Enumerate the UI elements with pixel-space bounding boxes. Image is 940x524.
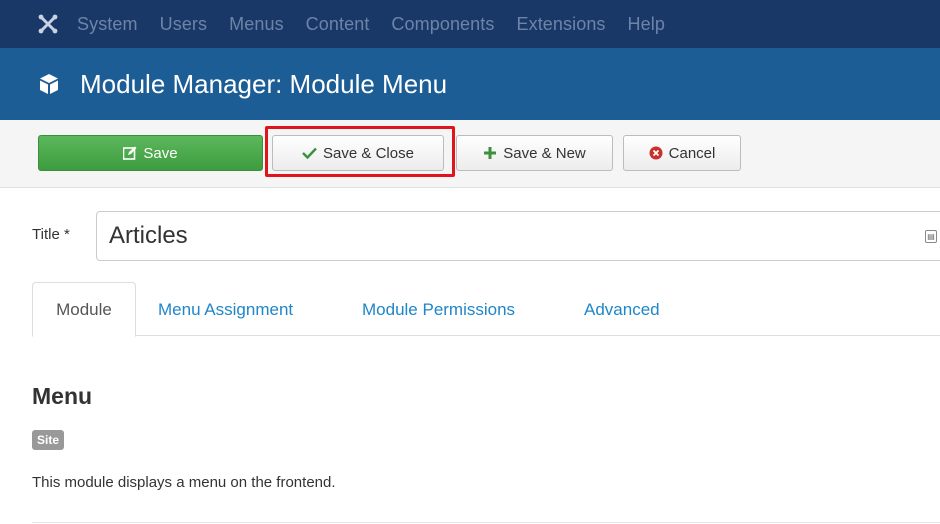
menu-extensions[interactable]: Extensions: [516, 14, 605, 35]
save-new-button[interactable]: Save & New: [456, 135, 613, 171]
title-label: Title *: [32, 226, 70, 243]
divider: [32, 522, 940, 523]
cancel-button[interactable]: Cancel: [623, 135, 741, 171]
site-badge: Site: [32, 430, 65, 450]
page-header: Module Manager: Module Menu: [0, 48, 940, 120]
tab-advanced[interactable]: Advanced: [584, 282, 660, 337]
cancel-button-label: Cancel: [668, 144, 716, 162]
check-icon: [302, 147, 317, 159]
plus-icon: [483, 146, 497, 160]
toggle-editor-icon[interactable]: ▤: [925, 230, 937, 243]
title-input[interactable]: [96, 211, 940, 261]
save-button[interactable]: Save: [38, 135, 263, 171]
menu-users[interactable]: Users: [160, 14, 208, 35]
tab-module[interactable]: Module: [32, 282, 136, 337]
tab-menu-assignment[interactable]: Menu Assignment: [158, 282, 293, 337]
module-heading: Menu: [32, 383, 93, 409]
module-description: This module displays a menu on the front…: [32, 474, 336, 491]
menu-help[interactable]: Help: [628, 14, 665, 35]
menu-system[interactable]: System: [77, 14, 138, 35]
menu-menus[interactable]: Menus: [229, 14, 284, 35]
edit-icon: [123, 146, 137, 160]
save-close-button-label: Save & Close: [323, 144, 414, 162]
page-title: Module Manager: Module Menu: [80, 68, 448, 99]
menu-content[interactable]: Content: [306, 14, 370, 35]
toolbar: Save Save & Close Save & New Cancel: [0, 120, 940, 188]
tab-bar: Module Menu Assignment Module Permission…: [32, 282, 940, 337]
save-button-label: Save: [143, 144, 178, 162]
cancel-circle-icon: [649, 146, 663, 160]
save-new-button-label: Save & New: [503, 144, 586, 162]
save-close-button[interactable]: Save & Close: [272, 135, 444, 171]
cube-icon: [38, 73, 60, 95]
menu-components[interactable]: Components: [391, 14, 494, 35]
joomla-logo-icon[interactable]: [33, 14, 63, 34]
tab-module-permissions[interactable]: Module Permissions: [362, 282, 515, 337]
top-menu-bar: System Users Menus Content Components Ex…: [0, 0, 940, 48]
